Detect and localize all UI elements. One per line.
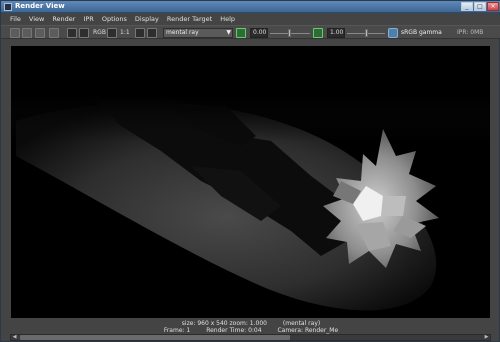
- color-management-icon[interactable]: [388, 28, 398, 38]
- menu-view[interactable]: View: [25, 14, 48, 25]
- render-toolbar: RGB 1:1 mental ray ▼ 0.00 1.00 sRGB gamm…: [1, 25, 500, 39]
- scrollbar-thumb[interactable]: [20, 335, 290, 340]
- renderer-info: (mental ray): [282, 320, 321, 327]
- color-management-label[interactable]: sRGB gamma: [401, 28, 442, 38]
- window-title: Render View: [15, 2, 65, 10]
- size-zoom-info: size: 960 x 540 zoom: 1.000: [181, 320, 267, 327]
- menu-help[interactable]: Help: [216, 14, 239, 25]
- menu-render-target[interactable]: Render Target: [163, 14, 216, 25]
- exposure-icon[interactable]: [236, 28, 246, 38]
- rgb-channel-button[interactable]: RGB: [93, 28, 106, 38]
- menu-ipr[interactable]: IPR: [79, 14, 97, 25]
- maya-app-icon: [4, 3, 12, 11]
- render-region-icon[interactable]: [49, 28, 59, 38]
- window-controls: _ □ ×: [461, 2, 499, 11]
- render-info-line1: size: 960 x 540 zoom: 1.000 (mental ray): [1, 320, 500, 327]
- gamma-icon[interactable]: [313, 28, 323, 38]
- ipr-render-icon[interactable]: [22, 28, 32, 38]
- frame-info: Frame: 1: [163, 327, 191, 334]
- real-size-button[interactable]: 1:1: [120, 28, 130, 38]
- menu-bar: File View Render IPR Options Display Ren…: [1, 14, 500, 25]
- render-view-window: Render View _ □ × File View Render IPR O…: [0, 0, 500, 342]
- render-time-info: Render Time: 0:04: [206, 327, 262, 334]
- gamma-field[interactable]: 1.00: [327, 28, 345, 38]
- alpha-channel-icon[interactable]: [107, 28, 117, 38]
- exposure-field[interactable]: 0.00: [250, 28, 268, 38]
- render-info-line2: Frame: 1 Render Time: 0:04 Camera: Rende…: [1, 327, 500, 334]
- frame-image-icon[interactable]: [147, 28, 157, 38]
- rendered-image: [11, 46, 490, 318]
- gamma-slider-thumb[interactable]: [365, 29, 368, 37]
- redo-render-icon[interactable]: [10, 28, 20, 38]
- menu-options[interactable]: Options: [98, 14, 131, 25]
- ipr-memory-label: IPR: 0MB: [457, 29, 484, 36]
- menu-render[interactable]: Render: [48, 14, 79, 25]
- title-bar[interactable]: Render View _ □ ×: [1, 1, 500, 13]
- keep-image-icon[interactable]: [67, 28, 77, 38]
- menu-display[interactable]: Display: [131, 14, 163, 25]
- menu-file[interactable]: File: [6, 14, 25, 25]
- exposure-slider-thumb[interactable]: [288, 29, 291, 37]
- render-viewport[interactable]: [11, 46, 490, 318]
- minimize-icon[interactable]: _: [461, 2, 473, 11]
- renderer-dropdown[interactable]: mental ray ▼: [163, 28, 233, 38]
- display-settings-icon[interactable]: [135, 28, 145, 38]
- camera-info: Camera: Render_Me: [277, 327, 339, 334]
- close-icon[interactable]: ×: [487, 2, 499, 11]
- remove-image-icon[interactable]: [79, 28, 89, 38]
- horizontal-scrollbar[interactable]: ◀ ▶: [10, 334, 491, 341]
- scroll-left-icon[interactable]: ◀: [11, 335, 18, 340]
- snapshot-icon[interactable]: [35, 28, 45, 38]
- maximize-icon[interactable]: □: [474, 2, 486, 11]
- renderer-value: mental ray: [166, 29, 199, 36]
- scroll-right-icon[interactable]: ▶: [483, 335, 490, 340]
- chevron-down-icon: ▼: [226, 29, 231, 36]
